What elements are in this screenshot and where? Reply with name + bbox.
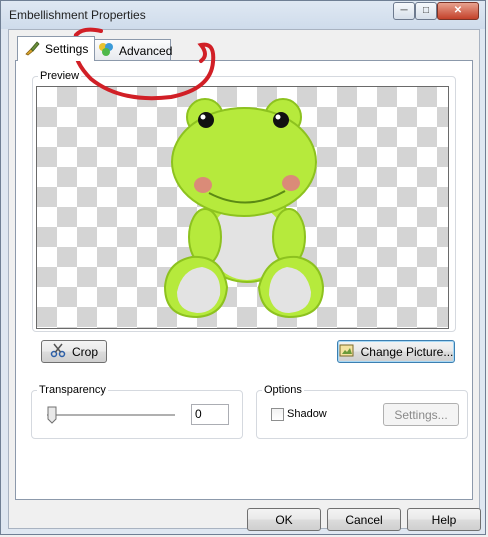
help-button[interactable]: Help [407, 508, 481, 531]
shadow-label: Shadow [287, 408, 327, 420]
transparency-slider-track[interactable] [47, 414, 175, 417]
frog-image [163, 98, 325, 319]
picture-icon [339, 342, 355, 361]
crop-icon [50, 342, 66, 361]
tab-settings[interactable]: Settings [17, 36, 95, 61]
settings-button-label: Settings... [394, 407, 448, 422]
brush-icon [24, 40, 40, 59]
ok-button[interactable]: OK [247, 508, 321, 531]
change-picture-label: Change Picture... [360, 344, 454, 359]
annotation-circle [72, 27, 216, 101]
transparency-slider-thumb[interactable] [47, 406, 57, 424]
dialog-window: Embellishment Properties ─ □ ✕ Settings [0, 0, 486, 535]
transparency-label: Transparency [37, 384, 108, 396]
shadow-settings-button[interactable]: Settings... [383, 403, 459, 426]
crop-button[interactable]: Crop [41, 340, 107, 363]
help-button-label: Help [431, 512, 457, 527]
change-picture-button[interactable]: Change Picture... [337, 340, 455, 363]
minimize-button[interactable]: ─ [393, 2, 415, 20]
maximize-button[interactable]: □ [415, 2, 437, 20]
transparency-value-input[interactable]: 0 [191, 404, 229, 425]
preview-canvas [36, 86, 449, 329]
ok-button-label: OK [275, 512, 293, 527]
shadow-checkbox[interactable] [271, 408, 284, 421]
crop-button-label: Crop [71, 344, 98, 359]
tab-settings-label: Settings [45, 42, 89, 56]
cancel-button[interactable]: Cancel [327, 508, 401, 531]
options-label: Options [262, 384, 304, 396]
close-button[interactable]: ✕ [437, 2, 479, 20]
cancel-button-label: Cancel [345, 512, 383, 527]
